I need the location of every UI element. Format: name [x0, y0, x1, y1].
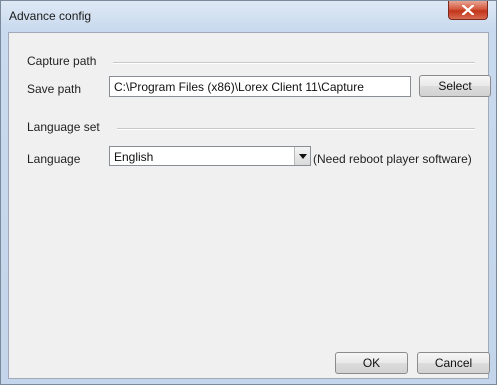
select-button[interactable]: Select — [419, 75, 491, 97]
language-set-divider — [117, 128, 475, 130]
reboot-note: (Need reboot player software) — [313, 152, 472, 166]
language-selected-value: English — [114, 150, 154, 164]
window-title: Advance config — [9, 9, 92, 23]
close-x-icon — [462, 5, 474, 15]
capture-path-divider — [113, 62, 475, 64]
dialog-body: Capture path Save path C:\Program Files … — [8, 32, 491, 379]
language-dropdown-button[interactable] — [294, 147, 310, 165]
advance-config-dialog: Advance config Capture path Save path C:… — [0, 0, 497, 385]
ok-button[interactable]: OK — [335, 352, 408, 374]
chevron-down-icon — [299, 154, 307, 159]
cancel-button[interactable]: Cancel — [417, 352, 490, 374]
title-bar[interactable]: Advance config — [1, 1, 496, 31]
language-set-group-title: Language set — [27, 120, 100, 134]
capture-path-group-title: Capture path — [27, 54, 97, 68]
save-path-label: Save path — [27, 82, 82, 96]
save-path-field[interactable]: C:\Program Files (x86)\Lorex Client 11\C… — [109, 76, 411, 97]
language-select[interactable]: English — [109, 146, 311, 166]
close-button[interactable] — [448, 1, 488, 20]
language-label: Language — [27, 152, 81, 166]
